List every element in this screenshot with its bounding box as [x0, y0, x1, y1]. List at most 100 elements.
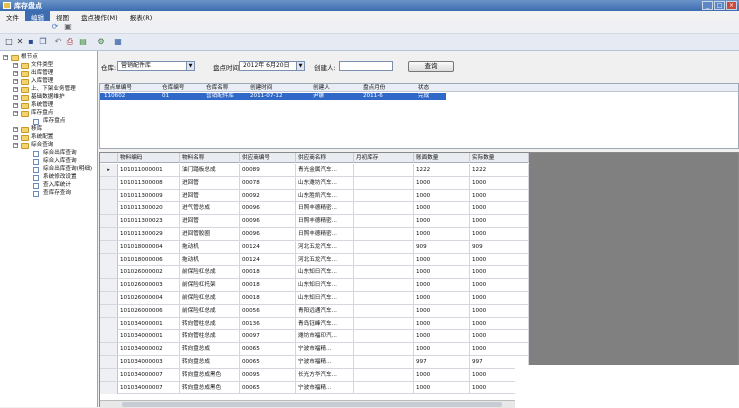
sidebar-item[interactable]: 系统配置 [31, 134, 53, 141]
table-cell[interactable]: 1000 [470, 266, 529, 279]
table-row[interactable]: 101026000002 前保险杠总成 00018 山东知日汽车... 1000 1000 [100, 266, 529, 280]
sidebar-item[interactable]: 移库 [31, 126, 42, 133]
row-selector[interactable] [100, 368, 118, 381]
row-selector[interactable] [100, 292, 118, 304]
tree-expand-icon[interactable]: − [13, 79, 18, 84]
table-cell[interactable]: 日照丰德精密... [296, 202, 354, 215]
table-row[interactable]: 101011300020 进气管总成 00096 日照丰德精密... 1000 1000 [100, 202, 529, 216]
current-row-indicator-icon[interactable]: ▸ [100, 164, 118, 176]
table-cell[interactable] [354, 317, 414, 330]
table-cell[interactable]: 宁波市福精... [296, 356, 354, 368]
table-cell[interactable]: 101011300009 [118, 189, 180, 202]
table-cell[interactable]: 101011300023 [118, 215, 180, 228]
table-cell[interactable]: 转向管柱总成 [180, 330, 240, 343]
table-cell[interactable]: 1000 [470, 215, 529, 228]
table-cell[interactable] [354, 381, 414, 394]
table-cell[interactable] [354, 240, 414, 253]
sidebar-item[interactable]: 文件类型 [31, 62, 53, 69]
minimize-button[interactable]: _ [702, 1, 713, 10]
print-icon[interactable]: ⎙ [65, 37, 75, 47]
menu-inventory-ops[interactable]: 盘点操作(M) [75, 11, 124, 22]
table-cell[interactable] [354, 228, 414, 240]
table-cell[interactable]: 日照丰德精密... [296, 215, 354, 228]
table-row[interactable]: 101034000007 转向盘总成黑色 00095 长光方华汽车... 1000 100… [100, 368, 529, 382]
table-cell[interactable]: 1000 [414, 304, 470, 317]
table-row[interactable]: 101011300029 进回管胶圈 00096 日照丰德精密... 1000 1000 [100, 228, 529, 241]
table-cell[interactable]: 转向盘总成 [180, 343, 240, 356]
table-cell[interactable]: 山东知日汽车... [296, 266, 354, 279]
table-cell[interactable]: 1222 [470, 164, 529, 176]
table-cell[interactable]: 1000 [414, 253, 470, 266]
table-cell[interactable] [354, 202, 414, 215]
table-cell[interactable]: 青阳远通汽车... [296, 304, 354, 317]
warehouse-select[interactable]: 营销配件库 ▼ [117, 61, 195, 71]
table-cell[interactable] [354, 176, 414, 189]
tree-expand-icon[interactable]: − [13, 111, 18, 116]
table-cell[interactable]: 1000 [414, 317, 470, 330]
table-cell[interactable]: 1000 [470, 228, 529, 240]
table-cell[interactable]: 00096 [240, 228, 296, 240]
table-cell[interactable]: 1000 [470, 292, 529, 304]
sidebar-item[interactable]: 入库管理 [31, 78, 53, 85]
row-selector[interactable] [100, 228, 118, 240]
table-cell[interactable]: 00018 [240, 266, 296, 279]
table-cell[interactable]: 101034000001 [118, 317, 180, 330]
table-row[interactable]: 101026000003 前保险杠托架 00018 山东知日汽车... 1000 1000 [100, 279, 529, 292]
row-selector[interactable] [100, 381, 118, 394]
table-cell[interactable]: 进回管胶圈 [180, 228, 240, 240]
table-cell[interactable] [354, 279, 414, 292]
table-cell[interactable]: 00136 [240, 317, 296, 330]
column-header[interactable]: 状态 [418, 84, 429, 92]
table-cell[interactable] [354, 266, 414, 279]
table-cell[interactable]: 1000 [414, 381, 470, 394]
table-cell[interactable]: 909 [414, 240, 470, 253]
menu-reports[interactable]: 报表(R) [124, 11, 159, 22]
row-selector[interactable] [100, 266, 118, 279]
table-cell[interactable]: 00018 [240, 279, 296, 292]
table-row[interactable]: 101034000002 转向盘总成 00065 宁波市福精... 1000 1000 [100, 343, 529, 356]
tree-expand-icon[interactable]: − [13, 71, 18, 76]
row-selector[interactable] [100, 356, 118, 368]
sidebar-item[interactable]: 综合出库查询 [43, 150, 77, 157]
table-row[interactable]: ▸ 101011000001 油门踏板总成 00089 青光金属汽车... 1222 122… [100, 164, 529, 177]
table-cell[interactable]: 00096 [240, 202, 296, 215]
sidebar-item[interactable]: 基础数据维护 [31, 94, 65, 101]
column-header[interactable]: 盘点月份 [363, 84, 385, 92]
table-row[interactable]: 101026000004 前保险杠总成 00018 山东知日汽车... 1000 1000 [100, 292, 529, 305]
table-cell[interactable]: 00092 [240, 189, 296, 202]
table-cell[interactable]: 1000 [414, 176, 470, 189]
copy-icon[interactable]: ❐ [38, 37, 48, 47]
table-row[interactable]: 101018000006 拖动机 00124 河北五龙汽车... 1000 1000 [100, 253, 529, 267]
table-cell[interactable]: 1000 [414, 330, 470, 343]
table-cell[interactable] [354, 356, 414, 368]
row-selector[interactable] [100, 215, 118, 228]
table-row[interactable]: 101034000007 转向盘总成黑色 00065 宁波市福精... 1000 1000 [100, 381, 529, 395]
column-header[interactable]: 供应商编号 [240, 153, 296, 163]
table-cell[interactable]: 青岛钰峰汽车... [296, 317, 354, 330]
table-cell[interactable]: 拖动机 [180, 240, 240, 253]
column-header[interactable]: 盘点单编号 [104, 84, 132, 92]
table-cell[interactable]: 1000 [470, 343, 529, 356]
table-row[interactable]: 101026000006 前保险杠总成 00056 青阳远通汽车... 1000 1000 [100, 304, 529, 318]
column-header[interactable]: 物料编码 [118, 153, 180, 163]
table-row[interactable]: 101011300009 进回管 00092 山东胜凯汽车... 1000 1000 [100, 189, 529, 203]
table-cell[interactable] [354, 189, 414, 202]
maximize-button[interactable]: □ [714, 1, 725, 10]
table-cell[interactable]: 1000 [414, 202, 470, 215]
table-cell[interactable]: 山东潍坊汽车... [296, 176, 354, 189]
table-cell[interactable]: 河北五龙汽车... [296, 240, 354, 253]
table-cell[interactable]: 909 [470, 240, 529, 253]
search-button[interactable]: 查询 [408, 61, 454, 72]
date-picker[interactable]: 2012年 6月20日 ▼ [239, 61, 305, 71]
row-selector[interactable] [100, 343, 118, 356]
row-selector[interactable] [100, 317, 118, 330]
table-cell[interactable]: 1000 [414, 266, 470, 279]
table-cell[interactable]: 长光方华汽车... [296, 368, 354, 381]
undo-icon[interactable]: ↶ [53, 37, 63, 47]
column-header[interactable]: 账面数量 [414, 153, 470, 163]
refresh-icon[interactable]: ⟳ [50, 22, 60, 32]
tree-expand-icon[interactable]: − [13, 103, 18, 108]
menu-view[interactable]: 视图 [50, 11, 75, 22]
table-cell[interactable]: 山东胜凯汽车... [296, 189, 354, 202]
table-cell[interactable] [354, 330, 414, 343]
